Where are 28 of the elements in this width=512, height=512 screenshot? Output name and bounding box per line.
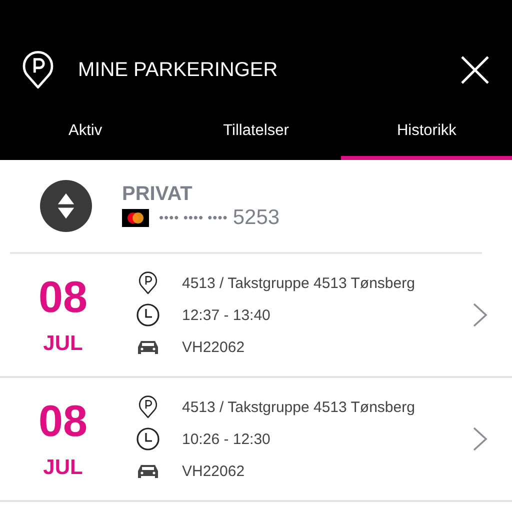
chevron-right-icon[interactable] (472, 302, 488, 328)
switch-account-button[interactable] (40, 180, 92, 232)
clock-icon (136, 303, 160, 327)
card-icon (122, 208, 149, 226)
parking-pin-icon (136, 271, 160, 295)
screen-title: MINE PARKERINGER (78, 58, 279, 82)
account-name: PRIVAT (122, 182, 194, 206)
parking-pin-icon (20, 50, 56, 90)
card-number-mask: •••• •••• •••• (159, 210, 228, 225)
plate-text: VH22062 (182, 338, 245, 356)
date-day: 08 (38, 274, 88, 322)
date-month: JUL (43, 332, 83, 356)
date-day: 08 (38, 398, 88, 446)
tab[interactable]: Historikk (341, 110, 512, 160)
up-down-arrows-icon (57, 191, 75, 221)
close-icon[interactable] (460, 55, 490, 85)
time-text: 12:37 - 13:40 (182, 306, 270, 324)
parking-pin-icon (136, 395, 160, 419)
date-month: JUL (43, 456, 83, 480)
tab[interactable]: Aktiv (0, 110, 171, 160)
card-last-digits: 5253 (232, 206, 280, 230)
plate-text: VH22062 (182, 462, 245, 480)
clock-icon (136, 427, 160, 451)
time-text: 10:26 - 12:30 (182, 430, 270, 448)
zone-text: 4513 / Takstgruppe 4513 Tønsberg (182, 274, 415, 292)
chevron-right-icon[interactable] (472, 426, 488, 452)
zone-text: 4513 / Takstgruppe 4513 Tønsberg (182, 398, 415, 416)
tab[interactable]: Tillatelser (170, 110, 342, 160)
